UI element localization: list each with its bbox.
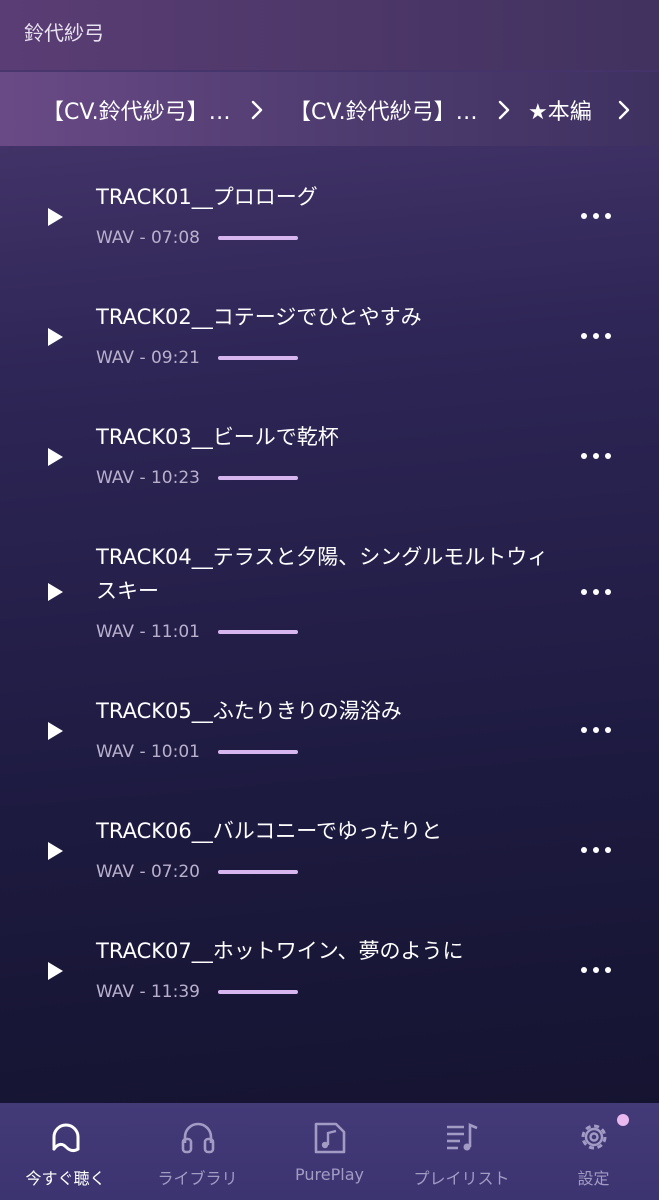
nav-label: 今すぐ聴く [25, 1169, 106, 1188]
header-title: 鈴代紗弓 [24, 21, 104, 45]
nav-item-library[interactable]: ライブラリ [132, 1103, 263, 1200]
track-title: TRACK03__ビールで乾杯 [96, 425, 339, 449]
notification-badge [617, 1114, 629, 1126]
gear-icon [581, 1124, 606, 1150]
more-options-icon[interactable] [578, 964, 614, 976]
app-header: 鈴代紗弓 [0, 0, 659, 70]
breadcrumb-item-3[interactable]: ★本編 [528, 94, 592, 126]
play-icon[interactable] [46, 447, 64, 467]
more-options-icon[interactable] [578, 210, 614, 222]
track-title: TRACK05__ふたりきりの湯浴み [96, 699, 402, 723]
bottom-nav: 今すぐ聴く ライブラリ PurePlay プレイリスト 設定 [0, 1103, 659, 1200]
nav-label: ライブラリ [157, 1169, 238, 1188]
play-icon[interactable] [46, 582, 64, 602]
nav-item-listen-now[interactable]: 今すぐ聴く [0, 1103, 131, 1200]
play-icon[interactable] [46, 721, 64, 741]
chevron-right-icon [251, 100, 263, 120]
nav-item-pureplay[interactable]: PurePlay [264, 1103, 395, 1200]
nav-label: 設定 [577, 1169, 610, 1188]
track-meta: WAV - 07:20 [96, 862, 200, 882]
track-progress-bar [218, 630, 298, 634]
more-options-icon[interactable] [578, 844, 614, 856]
play-icon[interactable] [46, 961, 64, 981]
playlist-icon [446, 1123, 478, 1151]
nav-item-playlist[interactable]: プレイリスト [396, 1103, 527, 1200]
track-progress-bar [218, 870, 298, 874]
chevron-right-icon [498, 100, 510, 120]
more-options-icon[interactable] [578, 724, 614, 736]
track-meta: WAV - 10:01 [96, 742, 200, 762]
track-title: TRACK07__ホットワイン、夢のように [96, 939, 464, 963]
pureplay-icon [314, 1122, 345, 1154]
listen-now-icon [52, 1123, 79, 1153]
track-progress-bar [218, 356, 298, 360]
more-options-icon[interactable] [578, 330, 614, 342]
nav-item-settings[interactable]: 設定 [528, 1103, 659, 1200]
track-progress-bar [218, 476, 298, 480]
play-icon[interactable] [46, 327, 64, 347]
play-icon[interactable] [46, 841, 64, 861]
nav-label: PurePlay [295, 1165, 364, 1184]
track-title: TRACK04__テラスと夕陽、シングルモルトウィスキー [96, 545, 549, 603]
track-title: TRACK01__プロローグ [96, 185, 318, 209]
headphones-icon [181, 1122, 214, 1154]
track-meta: WAV - 11:39 [96, 982, 200, 1002]
nav-label: プレイリスト [413, 1169, 510, 1188]
track-meta: WAV - 07:08 [96, 228, 200, 248]
track-title: TRACK02__コテージでひとやすみ [96, 305, 422, 329]
track-meta: WAV - 09:21 [96, 348, 200, 368]
chevron-right-icon [618, 100, 630, 120]
track-title: TRACK06__バルコニーでゆったりと [96, 819, 443, 843]
breadcrumb-item-1[interactable]: 【CV.鈴代紗弓】… [42, 94, 231, 126]
breadcrumb-item-2[interactable]: 【CV.鈴代紗弓】… [289, 94, 478, 126]
more-options-icon[interactable] [578, 586, 614, 598]
track-meta: WAV - 10:23 [96, 468, 200, 488]
track-meta: WAV - 11:01 [96, 622, 200, 642]
breadcrumb: 【CV.鈴代紗弓】… 【CV.鈴代紗弓】… ★本編 [0, 72, 659, 146]
track-progress-bar [218, 236, 298, 240]
play-icon[interactable] [46, 207, 64, 227]
more-options-icon[interactable] [578, 450, 614, 462]
track-progress-bar [218, 990, 298, 994]
track-progress-bar [218, 750, 298, 754]
